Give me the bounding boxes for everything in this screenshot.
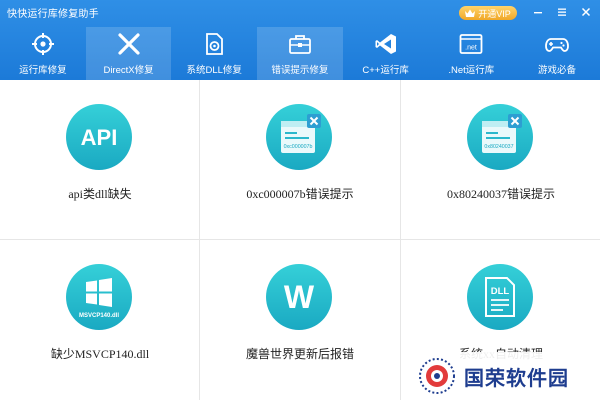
dll-document-icon: DLL [467,264,533,330]
gamepad-icon [544,31,570,57]
nav-label: 错误提示修复 [271,65,329,76]
nav-item-dotnet-runtime[interactable]: .net .Net运行库 [428,27,514,80]
w-letter-icon: W [266,264,332,330]
error-code-text: 0xc000007b [284,144,313,150]
minimize-icon [534,12,542,14]
close-icon [581,7,591,17]
card-label: 魔兽世界更新后报错 [245,347,354,361]
windows-icon: MSVCP140.dll [66,264,132,330]
target-icon [30,31,56,57]
nav-item-error-prompt-repair[interactable]: 错误提示修复 [257,27,343,80]
watermark: 国荣软件园 [404,352,600,400]
title-bar[interactable]: 快快运行库修复助手 开通VIP [0,0,600,24]
nav-item-runtime-repair[interactable]: 运行库修复 [0,27,86,80]
nav-label: .Net运行库 [448,65,495,76]
nav-label: DirectX修复 [103,65,154,76]
vip-button[interactable]: 开通VIP [459,6,517,20]
app-title: 快快运行库修复助手 [7,9,99,20]
menu-icon [558,8,566,16]
nav-item-directx-repair[interactable]: DirectX修复 [85,27,172,80]
api-icon-text: API [81,125,118,150]
nav-label: C++运行库 [362,65,409,76]
directx-icon [116,31,142,57]
nav-item-cpp-runtime[interactable]: C++运行库 [343,27,429,80]
dll-gear-icon [201,31,227,57]
dll-icon-text: DLL [491,286,510,297]
toolbox-icon [287,31,313,57]
visual-studio-icon [373,31,399,57]
close-button[interactable] [578,4,594,20]
nav-label: 系统DLL修复 [186,65,242,76]
error-window-icon: 0x80240037 [467,104,533,170]
card-label: 0xc000007b错误提示 [246,187,354,201]
watermark-text: 国荣软件园 [464,367,569,390]
error-code-text: 0x80240037 [484,144,513,150]
card-label: api类dll缺失 [68,187,132,201]
nav-label: 运行库修复 [19,65,67,76]
menu-button[interactable] [554,4,570,20]
nav-bar: 运行库修复 DirectX修复 系统DLL修复 错误提示修复 C++运行库 .n… [0,27,600,80]
windows-icon-text: MSVCP140.dll [79,313,119,319]
card-0x80240037-error[interactable]: 0x80240037 0x80240037错误提示 [401,80,600,240]
w-letter-text: W [284,279,315,315]
minimize-button[interactable] [530,4,546,20]
card-label: 缺少MSVCP140.dll [50,347,150,361]
svg-text:.net: .net [465,45,477,52]
card-label: 0x80240037错误提示 [446,187,555,201]
nav-label: 游戏必备 [537,65,576,76]
api-icon: API [66,104,132,170]
card-wow-update-error[interactable]: W 魔兽世界更新后报错 [200,240,400,400]
dotnet-window-icon: .net [458,31,484,57]
card-0xc000007b-error[interactable]: 0xc000007b 0xc000007b错误提示 [200,80,400,240]
crown-icon [465,9,476,17]
watermark-logo-icon [419,358,455,394]
error-window-icon: 0xc000007b [266,104,332,170]
vip-label: 开通VIP [478,8,511,19]
app-header: 快快运行库修复助手 开通VIP 运行库修复 DirectX修复 系统DLL修复 … [0,0,600,80]
nav-item-system-dll-repair[interactable]: 系统DLL修复 [171,27,257,80]
card-api-dll-missing[interactable]: API api类dll缺失 [0,80,200,240]
card-msvcp140-missing[interactable]: MSVCP140.dll 缺少MSVCP140.dll [0,240,200,400]
nav-item-game-essentials[interactable]: 游戏必备 [514,27,600,80]
